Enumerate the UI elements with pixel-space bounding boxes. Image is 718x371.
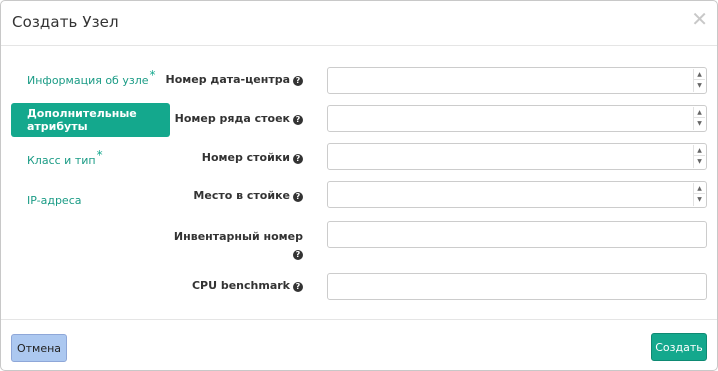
create-node-dialog: Создать Узел ✕ Информация об узле * Допол… <box>0 0 718 371</box>
sidebar-item-additional-attributes[interactable]: Дополнительные атрибуты <box>11 103 170 137</box>
rack-position-input[interactable]: ▲ ▼ <box>327 181 707 208</box>
number-spinner[interactable]: ▲ ▼ <box>693 107 705 130</box>
spin-down-icon[interactable]: ▼ <box>694 118 705 129</box>
help-icon[interactable]: ? <box>293 115 303 125</box>
spin-down-icon[interactable]: ▼ <box>694 156 705 167</box>
required-mark: * <box>96 148 103 162</box>
field-label: Номер ряда стоек? <box>175 112 303 125</box>
field-label-text: Номер стойки <box>201 151 290 164</box>
rack-row-number-input[interactable]: ▲ ▼ <box>327 105 707 132</box>
help-icon[interactable]: ? <box>293 192 303 202</box>
spin-down-icon[interactable]: ▼ <box>694 194 705 205</box>
field-label: CPU benchmark? <box>192 279 303 292</box>
datacenter-number-input[interactable]: ▲ ▼ <box>327 67 707 94</box>
field-label: Инвентарный номер? <box>174 228 303 262</box>
cancel-button[interactable]: Отмена <box>11 334 67 362</box>
spin-up-icon[interactable]: ▲ <box>694 69 705 80</box>
help-icon[interactable]: ? <box>293 282 303 292</box>
sidebar-item-label: Информация об узле <box>27 73 149 87</box>
create-button[interactable]: Создать <box>651 333 707 361</box>
field-label-text: Номер ряда стоек <box>174 112 290 125</box>
sidebar-item-label: Дополнительные атрибуты <box>27 107 137 133</box>
spin-up-icon[interactable]: ▲ <box>694 145 705 156</box>
field-label-text: Номер дата-центра <box>165 73 290 86</box>
field-label: Номер дата-центра? <box>166 73 303 86</box>
sidebar-item-label: Класс и тип <box>27 153 96 167</box>
spin-up-icon[interactable]: ▲ <box>694 183 705 194</box>
cpu-benchmark-input[interactable] <box>327 273 707 300</box>
field-label: Место в стойке? <box>193 189 303 202</box>
number-spinner[interactable]: ▲ ▼ <box>693 145 705 168</box>
dialog-footer: Отмена Создать <box>1 319 717 370</box>
rack-number-input[interactable]: ▲ ▼ <box>327 143 707 170</box>
close-icon[interactable]: ✕ <box>691 9 708 29</box>
field-label: Номер стойки? <box>202 151 303 164</box>
field-label-text: Место в стойке <box>193 189 290 202</box>
dialog-title: Создать Узел <box>12 13 119 31</box>
sidebar-item-class-and-type[interactable]: Класс и тип * <box>11 143 170 177</box>
inventory-number-input[interactable] <box>327 221 707 248</box>
wizard-sidebar: Информация об узле * Дополнительные атриб… <box>11 63 170 223</box>
required-mark: * <box>149 68 156 82</box>
field-label-text: Инвентарный номер <box>173 230 303 243</box>
number-spinner[interactable]: ▲ ▼ <box>693 69 705 92</box>
spin-down-icon[interactable]: ▼ <box>694 80 705 91</box>
spin-up-icon[interactable]: ▲ <box>694 107 705 118</box>
dialog-header: Создать Узел ✕ <box>1 1 717 46</box>
number-spinner[interactable]: ▲ ▼ <box>693 183 705 206</box>
sidebar-item-ip-addresses[interactable]: IP-адреса <box>11 183 170 217</box>
help-icon[interactable]: ? <box>293 154 303 164</box>
help-icon[interactable]: ? <box>293 250 303 260</box>
help-icon[interactable]: ? <box>293 76 303 86</box>
sidebar-item-node-info[interactable]: Информация об узле * <box>11 63 170 97</box>
sidebar-item-label: IP-адреса <box>27 193 82 207</box>
field-label-text: CPU benchmark <box>191 279 290 292</box>
